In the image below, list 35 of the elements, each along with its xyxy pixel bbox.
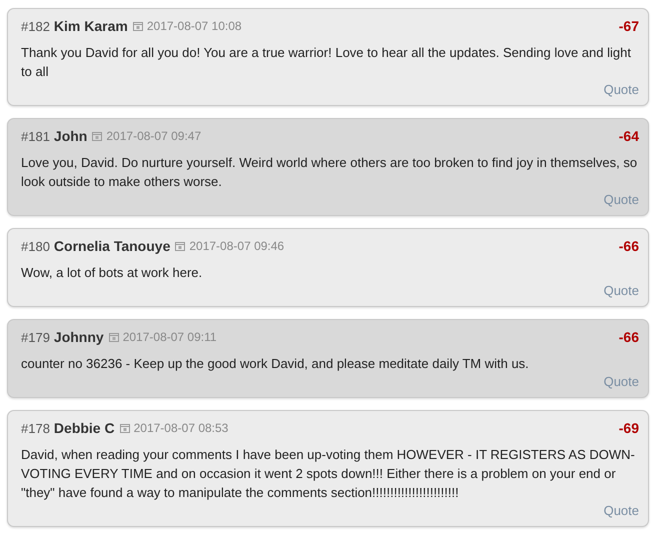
- comment-text: Love you, David. Do nurture yourself. Weird world where others are too broken to find joy in themselves, so look outside to make others worse.: [21, 154, 638, 191]
- comment-date: 2017-08-07 10:08: [146, 19, 242, 33]
- comment-date: 2017-08-07 09:47: [106, 129, 202, 143]
- calendar-icon: [175, 241, 186, 251]
- author-name: Debbie C: [54, 420, 115, 436]
- author-name: Kim Karam: [54, 18, 128, 34]
- vote-score: -64: [618, 128, 639, 144]
- quote-link[interactable]: Quote: [604, 283, 639, 298]
- comment-date: 2017-08-07 08:53: [134, 421, 228, 435]
- comment-text: counter no 36236 - Keep up the good work David, and please meditate daily TM with us.: [21, 355, 530, 373]
- comment-number: #179: [21, 330, 50, 344]
- calendar-icon: [108, 332, 119, 342]
- author-name: John: [54, 128, 88, 144]
- comment-number: #181: [21, 128, 50, 144]
- author-name: Johnny: [54, 329, 104, 345]
- vote-score: -69: [618, 420, 639, 436]
- comment-text: Wow, a lot of bots at work here.: [21, 264, 204, 282]
- comment-text: David, when reading your comments I have been up-voting them HOWEVER - IT REGISTERS AS DOWN-VOTING EVERY TIME and on occasion it went 2 spots down!!! Either there is a problem on your end or "they" have found a way to manipulate the comments section!!!!!!!!!!!!!!!!!!!!!!!!: [21, 446, 636, 502]
- comment-number: #180: [21, 238, 50, 254]
- quote-link[interactable]: Quote: [604, 374, 639, 389]
- comment-number: #178: [21, 420, 50, 436]
- vote-score: -66: [618, 329, 639, 345]
- quote-link[interactable]: Quote: [604, 503, 639, 518]
- comment-number: #182: [21, 18, 50, 34]
- calendar-icon: [92, 131, 102, 141]
- author-name: Cornelia Tanouye: [54, 238, 170, 254]
- comment-text: Thank you David for all you do! You are a true warrior! Love to hear all the updates. Sending love and light to all: [21, 44, 632, 81]
- vote-score: -66: [618, 238, 639, 254]
- calendar-icon: [132, 21, 143, 31]
- quote-link[interactable]: Quote: [604, 82, 639, 97]
- vote-score: -67: [618, 18, 639, 34]
- quote-link[interactable]: Quote: [604, 192, 639, 207]
- comment-date: 2017-08-07 09:11: [122, 330, 217, 344]
- comment-date: 2017-08-07 09:46: [189, 239, 284, 253]
- calendar-icon: [120, 423, 130, 433]
